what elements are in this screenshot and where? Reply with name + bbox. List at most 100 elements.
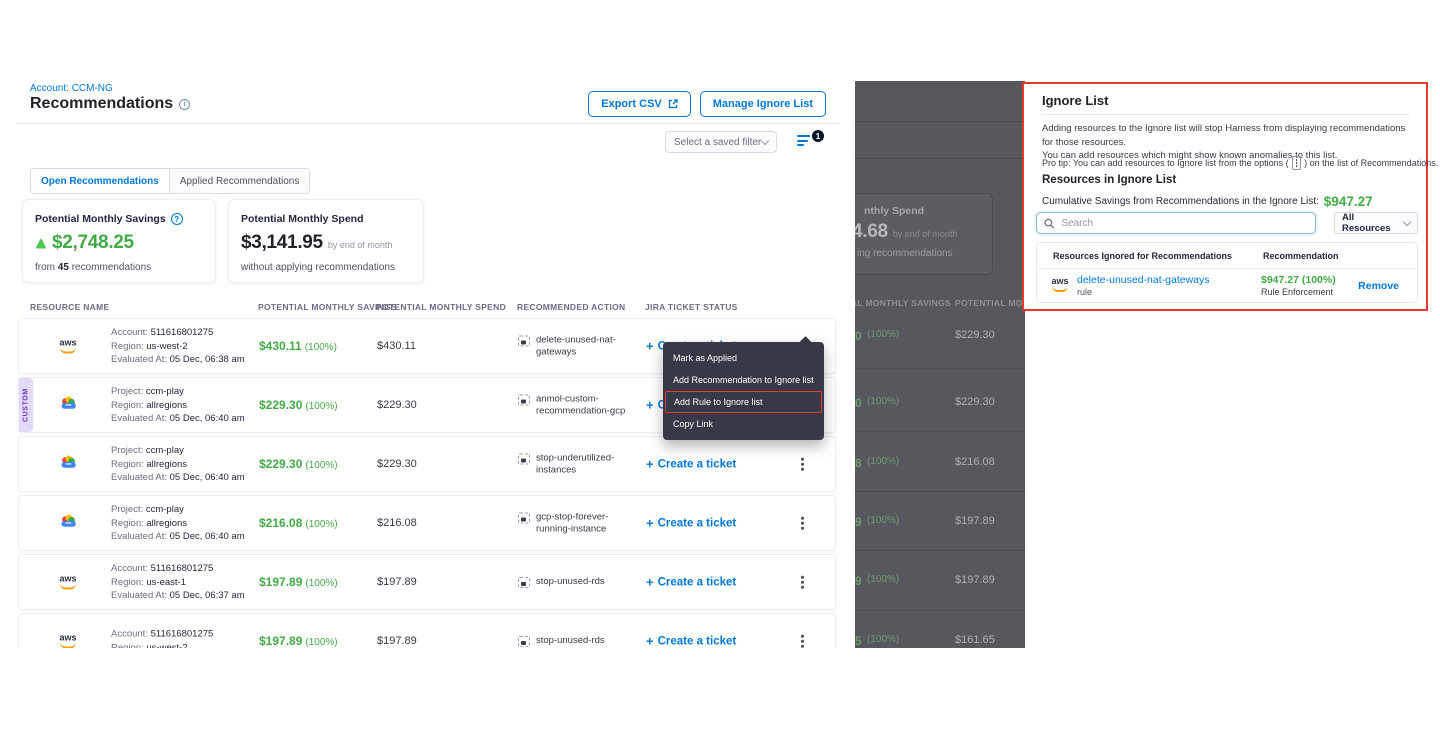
savings-cell: $229.30(100%) <box>259 455 338 473</box>
manage-ignore-list-button[interactable]: Manage Ignore List <box>700 91 826 117</box>
detail-label: Evaluated At: <box>111 531 167 542</box>
recommended-action-cell: stop-unused-rds <box>518 576 640 588</box>
create-ticket-label: Create a ticket <box>658 458 737 470</box>
table-row: Account: 511616801275Region: us-east-1Ev… <box>18 554 836 610</box>
kebab-menu-button[interactable] <box>795 571 810 594</box>
dimmed-table-row: 0 (100%) $229.30 <box>855 396 1025 412</box>
dimmed-savings-percent: (100%) <box>867 396 899 407</box>
detail-value: us-east-1 <box>146 576 186 587</box>
detail-value: 05 Dec, 06:40 am <box>170 531 245 542</box>
create-ticket-button[interactable]: Create a ticket <box>646 457 736 472</box>
resource-detail-line: Region: us-west-2 <box>111 641 213 648</box>
savings-percent: (100%) <box>305 342 337 353</box>
protip-prefix: Pro tip: You can add resources to Ignore… <box>1042 158 1289 168</box>
resource-detail-line: Evaluated At: 05 Dec, 06:38 am <box>111 353 245 367</box>
detail-label: Evaluated At: <box>111 354 167 365</box>
dimmed-row-separator <box>855 368 1025 369</box>
info-icon[interactable] <box>179 99 190 110</box>
spend-card-label: Potential Monthly Spend <box>241 213 364 225</box>
cumulative-savings-value: $947.27 <box>1324 194 1373 209</box>
menu-item-add-recommendation-to-ignore-list[interactable]: Add Recommendation to Ignore list <box>663 369 824 391</box>
resource-detail-line: Region: us-east-1 <box>111 575 245 589</box>
detail-label: Project: <box>111 445 143 456</box>
detail-label: Evaluated At: <box>111 590 167 601</box>
detail-label: Region: <box>111 642 144 648</box>
kebab-dot <box>801 463 804 466</box>
kebab-dot <box>801 576 804 579</box>
account-breadcrumb[interactable]: Account: CCM-NG <box>30 83 113 94</box>
resource-detail-line: Account: 511616801275 <box>111 562 245 576</box>
create-ticket-button[interactable]: Create a ticket <box>646 575 736 590</box>
savings-cell: $216.08(100%) <box>259 514 338 532</box>
tab-open-recommendations[interactable]: Open Recommendations <box>31 169 169 193</box>
savings-count: 45 <box>58 262 69 273</box>
menu-item-copy-link[interactable]: Copy Link <box>663 413 824 435</box>
saved-filter-dropdown[interactable]: Select a saved filter <box>665 131 777 153</box>
resource-details: Account: 511616801275Region: us-east-1Ev… <box>111 562 245 603</box>
manage-ignore-list-label: Manage Ignore List <box>713 98 813 110</box>
search-input[interactable] <box>1059 217 1308 230</box>
dimmed-col-header-savings: AL MONTHLY SAVINGS <box>855 298 951 308</box>
dimmed-col-header-spend: POTENTIAL MONTHL <box>955 298 1025 308</box>
ignore-list-modal: Ignore List Adding resources to the Igno… <box>1022 82 1428 311</box>
detail-value: 511616801275 <box>151 327 214 338</box>
col-header-jira-ticket-status: JIRA TICKET STATUS <box>645 302 738 312</box>
detail-value: 05 Dec, 06:37 am <box>170 590 245 601</box>
tab-applied-recommendations[interactable]: Applied Recommendations <box>169 169 310 193</box>
kebab-menu-button[interactable] <box>795 512 810 535</box>
resource-type-dropdown[interactable]: All Resources <box>1334 212 1418 234</box>
create-ticket-button[interactable]: Create a ticket <box>646 516 736 531</box>
dimmed-spend-amount: $229.30 <box>955 396 995 408</box>
resource-type-value: All Resources <box>1342 212 1404 234</box>
spend-value: $3,141.95 <box>241 232 323 254</box>
detail-value: ccm-play <box>146 386 184 397</box>
ignore-list-search <box>1036 212 1316 234</box>
dimmed-table-row: 9(100%)$197.89 <box>855 574 1025 590</box>
create-ticket-button[interactable]: Create a ticket <box>646 634 736 649</box>
resource-detail-line: Project: ccm-play <box>111 503 245 517</box>
header-divider <box>16 123 840 124</box>
recommendation-icon <box>518 336 530 347</box>
table-row: Project: ccm-playRegion: allregionsEvalu… <box>18 495 836 551</box>
dimmed-table-row: 9(100%)$197.89 <box>855 515 1025 531</box>
kebab-menu-icon <box>1292 156 1302 170</box>
ignored-rule-link[interactable]: delete-unused-nat-gateways <box>1077 274 1210 286</box>
export-csv-button[interactable]: Export CSV <box>588 91 691 117</box>
remove-button[interactable]: Remove <box>1358 280 1399 292</box>
dimmed-savings-amount: 0 <box>855 396 862 410</box>
dimmed-spend-amount: $216.08 <box>955 456 995 468</box>
detail-value: us-west-2 <box>146 340 187 351</box>
dimmed-divider <box>855 121 1025 122</box>
resource-detail-line: Region: allregions <box>111 516 245 530</box>
plus-icon <box>646 457 654 472</box>
recommendations-page: Account: CCM-NG Recommendations Export C… <box>16 80 840 648</box>
recommendation-icon <box>518 513 530 524</box>
help-icon[interactable] <box>171 213 183 225</box>
menu-item-mark-as-applied[interactable]: Mark as Applied <box>663 347 824 369</box>
detail-label: Project: <box>111 504 143 515</box>
resource-detail-line: Project: ccm-play <box>111 444 245 458</box>
chevron-down-icon <box>1403 217 1411 225</box>
savings-cell: $197.89(100%) <box>259 573 338 591</box>
dimmed-savings-amount: 8 <box>855 456 862 470</box>
kebab-menu-button[interactable] <box>795 453 810 476</box>
table-row: Account: 511616801275Region: us-west-2$1… <box>18 613 836 648</box>
kebab-menu-button[interactable] <box>795 630 810 648</box>
dimmed-table-row: 5(100%)$161.65 <box>855 634 1025 648</box>
protip-suffix: ) on the list of Recommendations. <box>1304 158 1438 168</box>
menu-item-add-rule-to-ignore-list[interactable]: Add Rule to Ignore list <box>665 391 822 413</box>
dimmed-page-overlay: nthly Spend 4.68 by end of month ing rec… <box>855 81 1025 648</box>
detail-value: 05 Dec, 06:40 am <box>170 413 245 424</box>
resource-detail-line: Evaluated At: 05 Dec, 06:40 am <box>111 412 245 426</box>
modal-section-title: Resources in Ignore List <box>1042 174 1176 186</box>
detail-label: Evaluated At: <box>111 472 167 483</box>
dimmed-table-row: 8(100%)$216.08 <box>855 456 1025 472</box>
table-header-divider <box>1037 268 1417 269</box>
action-name: stop-underutilized-instances <box>536 453 640 476</box>
external-link-icon <box>668 99 678 109</box>
savings-amount: $229.30 <box>259 398 302 412</box>
savings-subtext-suffix: recommendations <box>72 262 151 273</box>
spend-value-note: by end of month <box>328 240 393 250</box>
dimmed-savings-percent: (100%) <box>867 515 899 526</box>
recommended-action-cell: anmol-custom-recommendation-gcp <box>518 394 640 417</box>
